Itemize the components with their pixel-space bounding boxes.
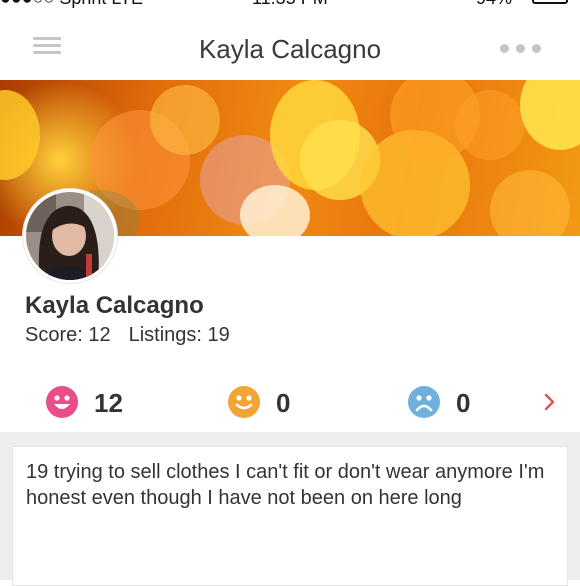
- neutral-face-icon: [228, 386, 260, 418]
- score-label: Score: 12: [25, 324, 111, 346]
- profile-photo: [26, 192, 114, 280]
- listings-label[interactable]: Listings: 19: [129, 324, 230, 346]
- neutral-count: 0: [276, 388, 291, 418]
- battery-icon: [532, 0, 568, 4]
- page-title: Kayla Calcagno: [198, 34, 382, 64]
- negative-count: 0: [456, 388, 471, 418]
- profile-name: Kayla Calcagno: [25, 292, 204, 319]
- sad-face-icon: [408, 386, 440, 418]
- ratings-row[interactable]: 12 0 0: [0, 372, 580, 432]
- profile-stats: Score: 12 Listings: 19: [25, 324, 230, 347]
- nav-bar: Kayla Calcagno: [0, 8, 580, 81]
- bio-section: 19 trying to sell clothes I can't fit or…: [0, 432, 580, 586]
- smile-face-icon: [46, 386, 78, 418]
- status-bar: ●●●○○ Sprint LTE 11:35 PM 94%: [0, 0, 580, 8]
- chevron-right-icon[interactable]: [543, 392, 557, 412]
- clock-label: 11:35 PM: [252, 0, 328, 8]
- more-options-icon[interactable]: [500, 44, 544, 54]
- positive-count: 12: [94, 388, 123, 418]
- bio-text: 19 trying to sell clothes I can't fit or…: [26, 461, 545, 509]
- bio-card: 19 trying to sell clothes I can't fit or…: [12, 446, 568, 586]
- avatar[interactable]: [23, 189, 117, 283]
- battery-percent: 94%: [476, 0, 512, 8]
- carrier-label: ●●●○○ Sprint LTE: [0, 0, 143, 8]
